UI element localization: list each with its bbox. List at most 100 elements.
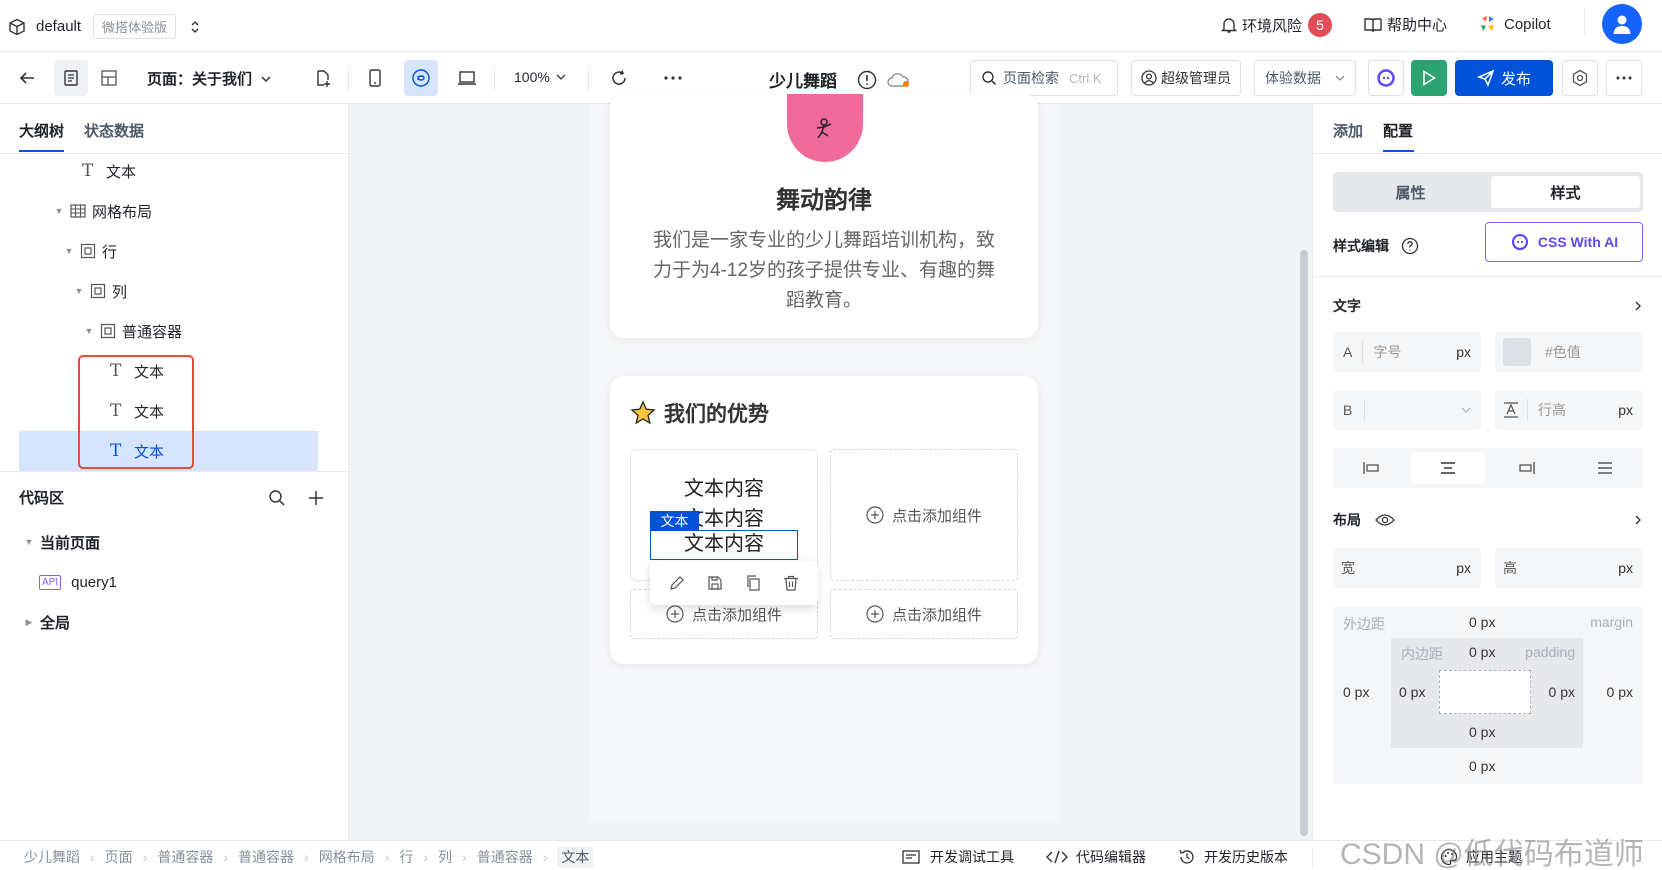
text-section-header[interactable]: 文字 (1333, 296, 1643, 316)
breadcrumb-item[interactable]: 普通容器 (157, 847, 213, 867)
history-button[interactable]: 开发历史版本 (1178, 847, 1288, 867)
text-content-selected[interactable]: 文本内容 (650, 530, 798, 560)
tab-state-data[interactable]: 状态数据 (84, 120, 144, 141)
segment-style[interactable]: 样式 (1491, 176, 1640, 208)
back-button[interactable] (12, 60, 42, 96)
zoom-selector[interactable]: 100% (514, 69, 566, 85)
code-node-current-page[interactable]: ▼ 当前页面 (24, 522, 100, 562)
font-size-field[interactable]: A 字号 px (1333, 332, 1481, 372)
tab-outline-tree[interactable]: 大纲树 (19, 120, 64, 141)
copilot-button[interactable]: Copilot (1478, 14, 1551, 34)
page-search-input[interactable]: 页面检索 Ctrl K (970, 60, 1118, 96)
caret-down-icon[interactable]: ▼ (24, 537, 34, 547)
copy-icon[interactable] (745, 575, 761, 591)
mobile-view-button[interactable] (360, 60, 390, 96)
advantages-card[interactable]: 我们的优势 文本内容 文本内容 文本内容 文本 点击添加组件 点击添加组件 点击… (610, 376, 1038, 664)
margin-top-value[interactable]: 0 px (1469, 614, 1495, 630)
code-node-global[interactable]: ▶ 全局 (24, 602, 70, 642)
role-switcher[interactable]: 超级管理员 (1131, 60, 1241, 96)
hero-card[interactable]: 舞动韵律 我们是一家专业的少儿舞蹈培训机构，致 力于为4-12岁的孩子提供专业、… (610, 94, 1038, 338)
caret-right-icon[interactable]: ▶ (24, 617, 34, 627)
align-right-button[interactable] (1489, 452, 1565, 484)
eye-icon[interactable] (1375, 513, 1395, 527)
margin-right-value[interactable]: 0 px (1607, 684, 1633, 700)
layout-button[interactable] (92, 60, 126, 96)
breadcrumb-item[interactable]: 普通容器 (477, 847, 533, 867)
tree-node-column[interactable]: ▼ 列 (74, 271, 127, 311)
desktop-view-button[interactable] (452, 60, 482, 96)
caret-down-icon[interactable]: ▼ (54, 206, 64, 216)
save-icon[interactable] (707, 575, 723, 591)
tree-node-text[interactable]: T 文本 (82, 151, 136, 191)
height-field[interactable]: 高 px (1495, 548, 1643, 588)
help-icon[interactable] (1401, 237, 1419, 255)
line-height-field[interactable]: 行高 px (1495, 390, 1643, 430)
font-weight-select[interactable]: B (1333, 390, 1481, 430)
margin-bottom-value[interactable]: 0 px (1469, 758, 1495, 774)
width-field[interactable]: 宽 px (1333, 548, 1481, 588)
container-icon (90, 283, 106, 299)
settings-button[interactable] (1562, 60, 1598, 96)
run-button[interactable] (1411, 60, 1447, 96)
empty-slot[interactable]: 点击添加组件 (830, 449, 1018, 581)
user-icon (1613, 15, 1631, 34)
user-avatar[interactable] (1602, 4, 1642, 44)
add-page-button[interactable] (308, 60, 338, 96)
code-editor-button[interactable]: 代码编辑器 (1046, 847, 1146, 867)
padding-bottom-value[interactable]: 0 px (1469, 724, 1495, 740)
tree-node-label: 网格布局 (92, 203, 153, 221)
empty-slot[interactable]: 点击添加组件 (830, 589, 1018, 639)
css-ai-button[interactable]: CSS With AI (1485, 222, 1643, 262)
page-selector[interactable]: 页面：关于我们 (147, 68, 272, 89)
padding-top-value[interactable]: 0 px (1469, 644, 1495, 660)
caret-down-icon[interactable]: ▼ (84, 326, 94, 336)
layout-section-header[interactable]: 布局 (1333, 510, 1643, 530)
edit-icon[interactable] (669, 575, 685, 591)
cloud-sync-icon[interactable] (887, 71, 911, 89)
tree-node-grid-layout[interactable]: ▼ 网格布局 (54, 191, 152, 231)
caret-down-icon[interactable]: ▼ (64, 246, 74, 256)
align-left-button[interactable] (1333, 452, 1409, 484)
refresh-button[interactable] (604, 60, 634, 96)
color-swatch[interactable] (1503, 338, 1531, 366)
miniprogram-view-button[interactable] (404, 60, 438, 96)
env-risk-button[interactable]: 环境风险 5 (1220, 13, 1333, 37)
breadcrumb-item[interactable]: 少儿舞蹈 (24, 847, 80, 867)
caret-down-icon[interactable]: ▼ (74, 286, 84, 296)
search-icon[interactable] (268, 489, 286, 507)
canvas-scrollbar[interactable] (1300, 250, 1308, 836)
page-list-button[interactable] (54, 60, 88, 96)
breadcrumb-item[interactable]: 行 (399, 847, 413, 867)
color-field[interactable]: #色值 (1495, 332, 1643, 372)
breadcrumb-item[interactable]: 列 (438, 847, 452, 867)
tree-node-row[interactable]: ▼ 行 (64, 231, 117, 271)
delete-icon[interactable] (783, 575, 799, 591)
code-node-query[interactable]: API query1 (39, 562, 117, 602)
margin-left-value[interactable]: 0 px (1343, 684, 1369, 700)
more-menu-button[interactable] (1606, 60, 1642, 96)
data-mode-select[interactable]: 体验数据 (1254, 60, 1356, 96)
tab-config[interactable]: 配置 (1383, 120, 1413, 141)
help-center-button[interactable]: 帮助中心 (1363, 14, 1447, 35)
switch-icon[interactable] (188, 20, 202, 34)
padding-left-value[interactable]: 0 px (1399, 684, 1425, 700)
debug-tool-button[interactable]: 开发调试工具 (902, 847, 1014, 867)
publish-button[interactable]: 发布 (1455, 60, 1553, 96)
text-content[interactable]: 文本内容 (631, 472, 817, 501)
ai-assistant-button[interactable] (1368, 60, 1404, 96)
tree-node-container[interactable]: ▼ 普通容器 (84, 311, 182, 351)
padding-right-value[interactable]: 0 px (1549, 684, 1575, 700)
breadcrumb-item[interactable]: 网格布局 (319, 847, 375, 867)
align-justify-button[interactable] (1567, 452, 1643, 484)
breadcrumb-item[interactable]: 普通容器 (238, 847, 294, 867)
plus-icon[interactable] (308, 490, 324, 506)
info-icon[interactable] (857, 70, 877, 90)
breadcrumb-current[interactable]: 文本 (557, 847, 594, 867)
workspace-switcher[interactable]: default 微搭体验版 (8, 14, 202, 39)
segment-properties[interactable]: 属性 (1333, 172, 1488, 212)
breadcrumb-item[interactable]: 页面 (105, 847, 133, 867)
align-center-button[interactable] (1411, 452, 1485, 484)
dancer-icon (816, 118, 832, 139)
more-button[interactable] (658, 60, 688, 96)
tab-add[interactable]: 添加 (1333, 120, 1363, 141)
